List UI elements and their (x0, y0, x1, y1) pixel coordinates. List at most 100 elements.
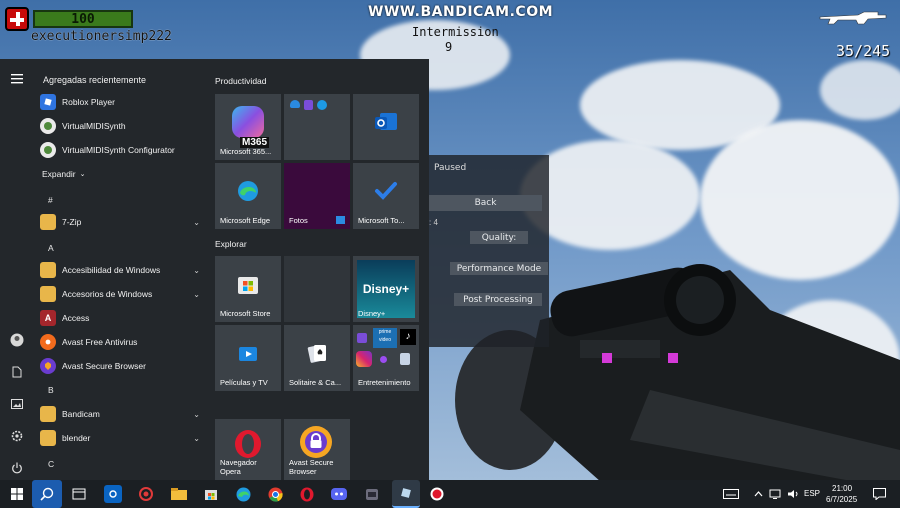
outlook-taskbar-icon[interactable] (104, 485, 122, 503)
avast-browser-icon (300, 426, 332, 458)
solitaire-cards-icon (307, 344, 326, 363)
m365-icon (232, 105, 264, 138)
task-view-icon[interactable] (70, 485, 88, 503)
opera-taskbar-icon[interactable] (298, 485, 316, 503)
store-taskbar-icon[interactable] (202, 485, 220, 503)
tile-avast-secure-browser[interactable]: Avast Secure Browser (284, 419, 350, 480)
outlook-icon (375, 112, 397, 130)
prime-video-icon: prime video (373, 328, 397, 348)
app-label: Accesibilidad de Windows (62, 265, 161, 275)
app-taskbar-icon[interactable] (137, 485, 155, 503)
office-mini-icons (290, 100, 327, 110)
app-folder-accesorios[interactable]: Accesorios de Windows ⌄ (40, 283, 200, 305)
performance-mode-button[interactable]: Performance Mode (450, 262, 548, 275)
windows-start-icon[interactable] (8, 485, 26, 503)
player-name: executionersimp222 (31, 29, 172, 44)
notification-center-icon[interactable] (870, 485, 888, 503)
hamburger-menu-icon[interactable] (9, 71, 25, 87)
app-folder-accesibilidad[interactable]: Accesibilidad de Windows ⌄ (40, 259, 200, 281)
health-bar: 100 (33, 10, 133, 28)
tile-label: Disney+ (358, 309, 386, 318)
tile-entretenimiento-folder[interactable]: prime video ♪ Entretenimiento (353, 325, 419, 391)
network-icon[interactable] (768, 485, 782, 503)
tiktok-icon: ♪ (400, 329, 416, 345)
tile-office-apps-folder[interactable] (284, 94, 350, 160)
tile-peliculas-tv[interactable]: Películas y TV (215, 325, 281, 391)
app-label: 7-Zip (62, 217, 82, 227)
todo-check-icon (375, 181, 397, 200)
app-folder-7zip[interactable]: 7-Zip ⌄ (40, 211, 200, 233)
roblox-icon (40, 94, 56, 110)
edge-taskbar-icon[interactable] (234, 485, 252, 503)
app-virtualmidisynth[interactable]: VirtualMIDISynth (40, 115, 200, 137)
document-icon[interactable] (9, 364, 25, 380)
app-folder-bandicam[interactable]: Bandicam ⌄ (40, 403, 200, 425)
folder-icon (40, 406, 56, 422)
app-label: Avast Secure Browser (62, 361, 146, 371)
tile-disney-plus[interactable]: Disney+ Disney+ (353, 256, 419, 322)
post-processing-button[interactable]: Post Processing (454, 293, 542, 306)
app-avast-secure-browser[interactable]: Avast Secure Browser (40, 355, 200, 377)
health-hud: 100 (5, 7, 133, 31)
app-virtualmidisynth-configurator[interactable]: VirtualMIDISynth Configurator (40, 139, 200, 161)
letter-header[interactable]: A (48, 243, 54, 253)
folder-icon (40, 430, 56, 446)
taskbar: ESP 21:00 6/7/2025 (0, 480, 900, 508)
edge-icon (238, 180, 258, 201)
keyboard-icon[interactable] (722, 485, 740, 503)
power-icon[interactable] (9, 460, 25, 476)
chevron-down-icon: ⌄ (193, 265, 200, 275)
round-status: Intermission (412, 25, 499, 39)
clock-date[interactable]: 6/7/2025 (826, 495, 857, 504)
app-label: Bandicam (62, 409, 100, 419)
pause-partial-text: : 4 (429, 218, 438, 227)
letter-header[interactable]: C (48, 459, 54, 469)
tile-outlook[interactable] (353, 94, 419, 160)
virtualmidisynth-config-icon (40, 142, 56, 158)
tile-solitaire[interactable]: Solitaire & Ca... (284, 325, 350, 391)
folder-icon (40, 214, 56, 230)
app-avast-free-antivirus[interactable]: Avast Free Antivirus (40, 331, 200, 353)
chevron-down-icon: ⌄ (193, 289, 200, 299)
tile-microsoft-todo[interactable]: Microsoft To... (353, 163, 419, 229)
app-taskbar-icon[interactable] (363, 485, 381, 503)
chevron-up-icon[interactable] (752, 485, 764, 503)
user-avatar-icon[interactable] (9, 332, 25, 348)
app-roblox-player[interactable]: Roblox Player (40, 91, 200, 113)
folder-icon (40, 286, 56, 302)
volume-icon[interactable] (786, 485, 800, 503)
app-label: VirtualMIDISynth Configurator (62, 145, 175, 155)
start-menu: Agregadas recientemente Roblox Player Vi… (0, 59, 429, 480)
quality-button[interactable]: Quality: (470, 231, 528, 244)
letter-header[interactable]: # (48, 195, 53, 205)
folder-icon (40, 262, 56, 278)
opera-icon (235, 430, 261, 458)
bandicam-record-icon[interactable] (428, 485, 446, 503)
tile-area: Productividad M365 Microsoft 365... Micr… (213, 59, 429, 480)
chrome-icon[interactable] (266, 485, 284, 503)
app-access[interactable]: A Access (40, 307, 200, 329)
app-folder-blender[interactable]: blender ⌄ (40, 427, 200, 449)
pictures-icon[interactable] (9, 396, 25, 412)
messenger-icon (380, 356, 387, 363)
tile-opera[interactable]: Navegador Opera (215, 419, 281, 480)
photos-icon (336, 216, 345, 224)
clock-time[interactable]: 21:00 (832, 484, 852, 493)
search-icon[interactable] (32, 480, 62, 508)
settings-gear-icon[interactable] (9, 428, 25, 444)
back-button[interactable]: Back (429, 195, 542, 211)
tile-microsoft-store[interactable]: Microsoft Store (215, 256, 281, 322)
file-explorer-icon[interactable] (170, 485, 188, 503)
discord-icon[interactable] (330, 485, 348, 503)
expand-label: Expandir (42, 169, 76, 179)
letter-header[interactable]: B (48, 385, 54, 395)
tile-microsoft-edge[interactable]: Microsoft Edge (215, 163, 281, 229)
tile-label: Microsoft To... (358, 216, 405, 225)
tile-microsoft-365[interactable]: M365 Microsoft 365... (215, 94, 281, 160)
roblox-taskbar-icon[interactable] (392, 480, 420, 508)
tile-label: Avast Secure Browser (289, 458, 334, 476)
expand-button[interactable]: Expandir ⌄ (42, 163, 202, 185)
language-indicator[interactable]: ESP (804, 489, 820, 498)
rifle-icon (819, 11, 887, 25)
tile-fotos[interactable]: Fotos (284, 163, 350, 229)
